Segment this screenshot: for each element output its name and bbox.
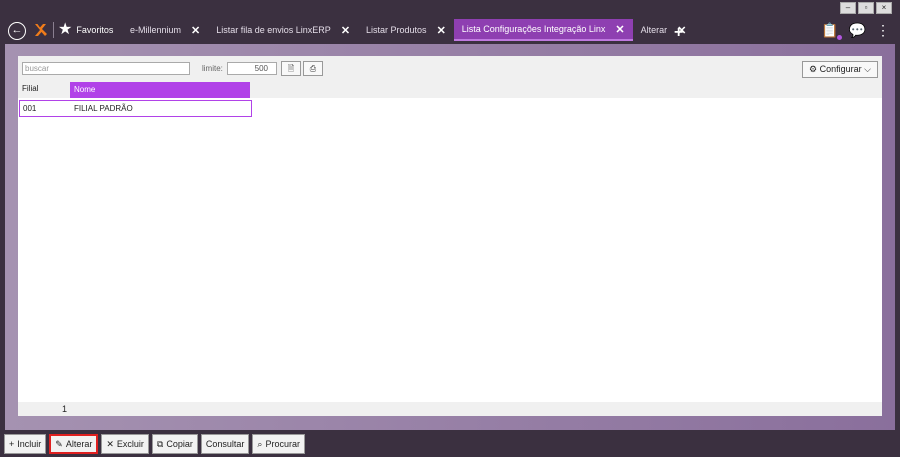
close-icon[interactable]: ✕ xyxy=(437,24,446,37)
minimize-button[interactable]: – xyxy=(840,2,856,14)
list-toolbar: buscar limite: 500 🗎 ⎙ ⚙ Configurar ⌵ xyxy=(18,56,882,82)
consultar-label: Consultar xyxy=(205,439,245,449)
clipboard-check-icon[interactable]: 📋 xyxy=(821,22,842,40)
tab-label: Lista Configurações Integração Linx xyxy=(461,24,606,34)
close-button[interactable]: × xyxy=(876,2,892,14)
favorites-button[interactable]: ★ Favoritos xyxy=(58,21,113,39)
configurar-button[interactable]: ⚙ Configurar ⌵ xyxy=(802,61,878,78)
print-icon[interactable]: ⎙ xyxy=(303,61,323,76)
tab-label: Alterar xyxy=(640,25,668,35)
more-vertical-icon[interactable]: ⋮ xyxy=(876,22,890,39)
tab-listar-fila-envios[interactable]: Listar fila de envios LinxERP ✕ xyxy=(208,19,358,41)
window-controls: – ▫ × xyxy=(840,2,892,14)
notification-dot xyxy=(836,35,842,40)
edit-icon: ✎ xyxy=(55,439,63,449)
alterar-label: Alterar xyxy=(65,439,93,449)
add-tab-icon[interactable]: + xyxy=(674,24,683,42)
tab-listar-produtos[interactable]: Listar Produtos ✕ xyxy=(358,19,454,41)
close-icon[interactable]: ✕ xyxy=(615,23,624,36)
incluir-label: Incluir xyxy=(17,439,42,449)
limite-input[interactable]: 500 xyxy=(227,62,277,75)
tab-label: Listar Produtos xyxy=(366,25,427,35)
configurar-label: Configurar xyxy=(819,64,862,74)
excluir-label: Excluir xyxy=(116,439,144,449)
search-icon: ⌕ xyxy=(257,439,263,449)
cell-filial: 001 xyxy=(23,104,37,113)
tab-label: Listar fila de envios LinxERP xyxy=(216,25,331,35)
grid-footer: 1 xyxy=(18,402,882,416)
title-bar: – ▫ × ← ★ Favoritos e-Millennium ✕ Lista… xyxy=(0,0,900,44)
close-icon[interactable]: ✕ xyxy=(191,24,200,37)
action-bar: + Incluir ✎ Alterar ✕ Excluir ⧉ Copiar C… xyxy=(4,434,305,454)
table-row[interactable]: 001 FILIAL PADRÃO xyxy=(19,100,252,117)
column-header-nome[interactable]: Nome xyxy=(70,82,250,98)
excluir-button[interactable]: ✕ Excluir xyxy=(101,434,149,454)
export-file-icon[interactable]: 🗎 xyxy=(281,61,301,76)
chat-icon[interactable]: 💬 xyxy=(849,22,866,39)
tab-bar: e-Millennium ✕ Listar fila de envios Lin… xyxy=(122,19,694,41)
copiar-button[interactable]: ⧉ Copiar xyxy=(151,434,198,454)
chevron-down-icon: ⌵ xyxy=(864,64,871,74)
header-actions: 📋 💬 ⋮ xyxy=(821,22,890,40)
star-icon: ★ xyxy=(58,21,73,38)
copy-icon: ⧉ xyxy=(156,439,164,449)
gear-icon: ⚙ xyxy=(809,64,818,74)
grid-header: Filial Nome xyxy=(18,82,882,98)
record-count: 1 xyxy=(62,404,68,414)
tab-label: e-Millennium xyxy=(130,25,182,35)
search-input[interactable]: buscar xyxy=(22,62,190,75)
cell-nome: FILIAL PADRÃO xyxy=(74,104,133,113)
limite-label: limite: xyxy=(202,64,223,73)
incluir-button[interactable]: + Incluir xyxy=(4,434,47,454)
delete-icon: ✕ xyxy=(106,439,114,449)
consultar-button[interactable]: Consultar xyxy=(200,434,250,454)
maximize-button[interactable]: ▫ xyxy=(858,2,874,14)
list-panel: buscar limite: 500 🗎 ⎙ ⚙ Configurar ⌵ Fi… xyxy=(18,56,882,416)
procurar-label: Procurar xyxy=(265,439,300,449)
copiar-label: Copiar xyxy=(166,439,193,449)
divider xyxy=(53,22,54,38)
plus-icon: + xyxy=(9,439,15,449)
favorites-label: Favoritos xyxy=(76,25,114,35)
back-arrow-icon[interactable]: ← xyxy=(8,22,26,40)
close-icon[interactable]: ✕ xyxy=(341,24,350,37)
tab-alterar[interactable]: Alterar ✕ xyxy=(633,19,695,41)
procurar-button[interactable]: ⌕ Procurar xyxy=(252,434,305,454)
column-header-filial[interactable]: Filial xyxy=(22,84,38,93)
tab-lista-configuracoes[interactable]: Lista Configurações Integração Linx ✕ xyxy=(453,19,633,41)
tab-e-millennium[interactable]: e-Millennium ✕ xyxy=(122,19,208,41)
app-logo-icon xyxy=(35,24,47,36)
alterar-button[interactable]: ✎ Alterar xyxy=(49,434,99,454)
